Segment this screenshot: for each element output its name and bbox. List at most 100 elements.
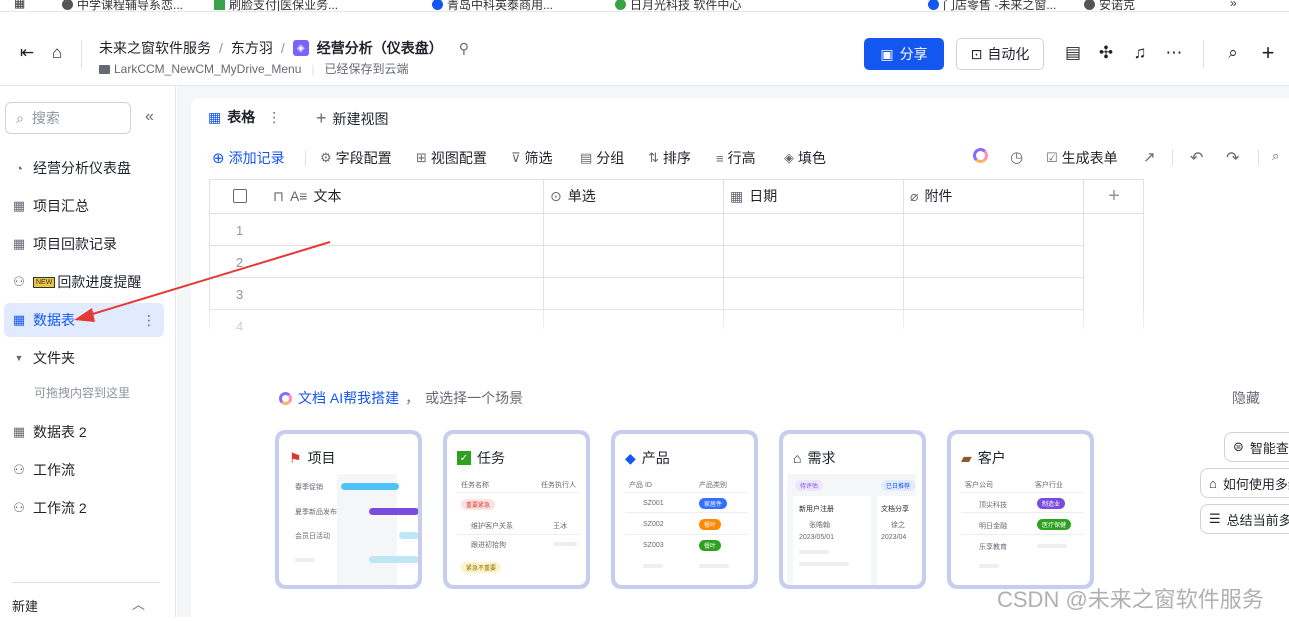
single-select-icon: ⊙ xyxy=(550,187,562,204)
sidebar-item-workflow[interactable]: ⚇ 工作流 xyxy=(4,453,164,487)
row-height-button[interactable]: ≡ 行高 xyxy=(716,148,756,168)
sidebar-item-datatable-2[interactable]: ▦ 数据表 2 xyxy=(4,415,164,449)
save-status: 已经保存到云端 xyxy=(324,62,409,76)
doc-path[interactable]: LarkCCM_NewCM_MyDrive_Menu xyxy=(99,62,301,76)
template-card-project[interactable]: ⚑ 项目 春季促销 夏季新品发布 会员日活动 xyxy=(275,430,422,589)
plus-circle-icon: ⊕ xyxy=(212,150,225,167)
select-all-checkbox[interactable] xyxy=(233,189,247,203)
table-icon: ▦ xyxy=(12,424,26,439)
history-icon[interactable]: ◷ xyxy=(1010,148,1023,166)
breadcrumb: 未来之窗软件服务 / 东方羽 / ◈ 经营分析（仪表盘） ⚲ xyxy=(99,38,469,58)
breadcrumb-item[interactable]: 未来之窗软件服务 xyxy=(99,38,211,58)
group-button[interactable]: ▤ 分组 xyxy=(580,148,624,168)
tab-more-icon[interactable]: ⋮ xyxy=(267,109,281,126)
more-icon[interactable]: ⋯ xyxy=(1165,43,1183,62)
more-options-icon[interactable]: ⋮ xyxy=(142,312,156,329)
search-records-icon[interactable]: ⌕ xyxy=(1272,148,1279,164)
add-column-icon[interactable]: + xyxy=(1084,179,1144,214)
column-header-attachment[interactable]: ⌀ 附件 xyxy=(904,179,1084,214)
caret-down-icon[interactable]: ▼ xyxy=(12,353,26,363)
field-config-button[interactable]: ⚙ 字段配置 xyxy=(320,148,392,168)
ai-build-link[interactable]: 文档 AI帮我搭建 xyxy=(298,388,399,408)
new-button[interactable]: 新建 xyxy=(12,596,38,615)
fill-color-button[interactable]: ◈ 填色 xyxy=(784,148,826,168)
robot-icon: ⊡ xyxy=(970,45,983,62)
sidebar-item-dashboard[interactable]: ◔ 经营分析仪表盘 xyxy=(4,151,164,185)
row-height-icon: ≡ xyxy=(716,150,724,166)
home-icon[interactable]: ⌂ xyxy=(48,43,66,62)
flag-icon: ⚑ xyxy=(289,449,302,466)
filter-icon: ⊽ xyxy=(511,150,521,165)
hide-templates-button[interactable]: 隐藏 xyxy=(1232,388,1260,408)
sort-button[interactable]: ⇅ 排序 xyxy=(648,148,691,168)
how-to-use-chip[interactable]: ⌂如何使用多维 xyxy=(1200,468,1289,498)
sidebar-item-folder[interactable]: ▼ 文件夹 xyxy=(4,341,164,375)
template-card-product[interactable]: ◆ 产品 产品 ID 产品类别 SZ001 家居件 SZ002 餐叶 SZ003 … xyxy=(611,430,758,589)
filter-button[interactable]: ⊽ 筛选 xyxy=(511,148,553,168)
generate-form-button[interactable]: ☑ 生成表单 xyxy=(1046,148,1118,168)
breadcrumb-separator: / xyxy=(280,40,285,56)
sidebar-item-workflow-2[interactable]: ⚇ 工作流 2 xyxy=(4,491,164,525)
bookmark-item[interactable]: 门店零售 -未来之窗... xyxy=(928,0,1056,11)
chevron-up-icon[interactable]: ︿ xyxy=(132,594,145,613)
add-icon[interactable]: + xyxy=(1258,40,1278,65)
plugin-icon[interactable]: ✣ xyxy=(1097,43,1115,62)
smart-query-chip[interactable]: ⊜智能查询 xyxy=(1224,432,1289,462)
new-view-button[interactable]: + 新建视图 xyxy=(316,108,389,129)
search-icon[interactable]: ⌕ xyxy=(1224,43,1242,62)
new-badge: NEW xyxy=(33,276,56,288)
summarize-chip[interactable]: ☰总结当前多维 xyxy=(1200,504,1289,534)
grid-fade xyxy=(200,300,1160,350)
folder-drop-hint: 可拖拽内容到这里 xyxy=(34,386,131,400)
breadcrumb-item[interactable]: 东方羽 xyxy=(231,38,273,58)
collapse-sidebar-icon[interactable]: « xyxy=(145,108,154,126)
group-icon: ▤ xyxy=(580,150,593,165)
sidebar-item-datatable[interactable]: ▦ 数据表 ⋮ xyxy=(4,303,164,337)
more-bookmarks-icon[interactable]: » xyxy=(1230,0,1237,10)
paperclip-icon: ⌀ xyxy=(910,187,919,204)
search-input[interactable]: ⌕ 搜索 xyxy=(5,102,131,134)
bookmark-item[interactable]: 中学课程辅导系恋... xyxy=(62,0,183,11)
document-icon[interactable]: ▤ xyxy=(1064,43,1082,62)
plus-icon: + xyxy=(316,108,327,128)
doc-meta: LarkCCM_NewCM_MyDrive_Menu | 已经保存到云端 xyxy=(99,60,409,77)
search-icon: ⌕ xyxy=(16,109,24,126)
ai-assistant-icon[interactable] xyxy=(973,148,988,163)
sidebar-item-payment-records[interactable]: ▦ 项目回款记录 xyxy=(4,227,164,261)
template-card-customer[interactable]: ▰ 客户 客户公司 客户行业 顶尖科技 制造业 明日金融 医疗保健 乐享教育 xyxy=(947,430,1094,589)
redo-icon[interactable]: ↷ xyxy=(1226,148,1239,168)
template-card-requirement[interactable]: ⌂ 需求 待评估 已日推荐 新用户注册 张皓翰 2023/05/01 文档分享 徐… xyxy=(779,430,926,589)
divider xyxy=(81,40,82,68)
template-card-task[interactable]: ✓ 任务 任务名称 任务执行人 重要紧急 维护客户关系 王冰 跟进初拾狗 紧急不重… xyxy=(443,430,590,589)
bell-icon[interactable]: ♫ xyxy=(1131,43,1149,62)
sort-icon: ⇅ xyxy=(648,150,659,165)
doc-title[interactable]: 经营分析（仪表盘） xyxy=(317,38,443,58)
bookmarks-bar: ▦ 中学课程辅导系恋... 刷脸支付|医保业务... 青岛中科英泰商用... 日… xyxy=(0,0,1289,12)
share-button[interactable]: ▣ 分享 xyxy=(864,38,944,70)
column-header-single-select[interactable]: ⊙ 单选 xyxy=(544,179,724,214)
bookmark-item[interactable]: 刷脸支付|医保业务... xyxy=(214,0,338,11)
view-config-button[interactable]: ⊞ 视图配置 xyxy=(416,148,487,168)
menu-toggle-icon[interactable]: ⇤ xyxy=(18,43,36,62)
gear-icon: ⚙ xyxy=(320,150,332,165)
automation-button[interactable]: ⊡ 自动化 xyxy=(956,38,1044,70)
bookmark-item[interactable]: 日月光科技 软件中心 xyxy=(615,0,741,11)
lock-icon: ⊓ xyxy=(273,187,284,204)
dashboard-icon: ◔ xyxy=(15,160,23,176)
column-header-text[interactable]: ⊓ A≡ 文本 xyxy=(209,179,544,214)
workflow-icon: ⚇ xyxy=(13,274,25,289)
pin-icon[interactable]: ⚲ xyxy=(459,40,469,57)
tab-grid-view[interactable]: ▦ 表格 ⋮ xyxy=(195,98,296,136)
row-number: 2 xyxy=(236,255,244,270)
sidebar-item-project-summary[interactable]: ▦ 项目汇总 xyxy=(4,189,164,223)
column-header-date[interactable]: ▦ 日期 xyxy=(724,179,904,214)
share-view-icon[interactable]: ↗ xyxy=(1143,148,1156,166)
sidebar-item-payment-reminder[interactable]: ⚇ NEW 回款进度提醒 xyxy=(4,265,164,299)
apps-icon[interactable]: ▦ xyxy=(14,0,25,10)
bookmark-item[interactable]: 安诺克 xyxy=(1084,0,1135,11)
add-record-button[interactable]: ⊕ 添加记录 xyxy=(212,148,285,168)
bookmark-item[interactable]: 青岛中科英泰商用... xyxy=(432,0,553,11)
graduation-cap-icon: ⌂ xyxy=(1209,475,1217,491)
undo-icon[interactable]: ↶ xyxy=(1190,148,1203,168)
diamond-icon: ◆ xyxy=(625,449,636,466)
